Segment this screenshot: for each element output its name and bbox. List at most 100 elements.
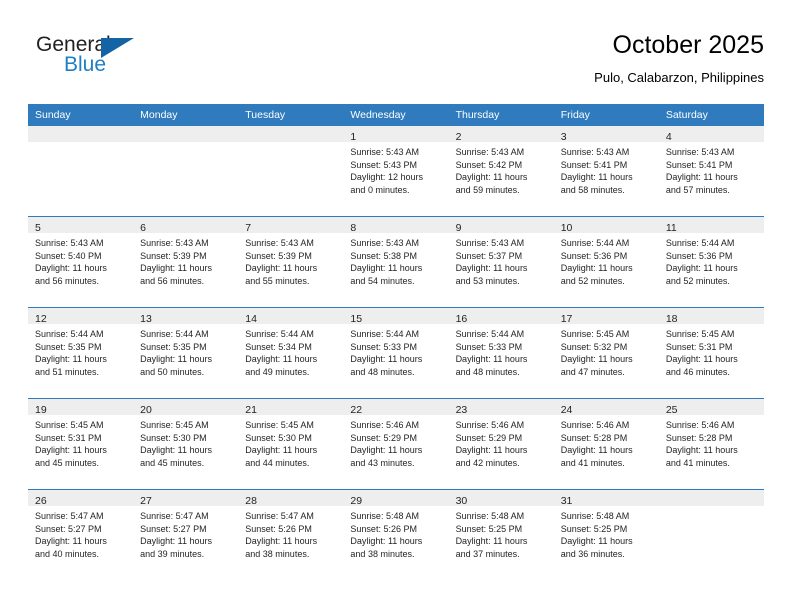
day-cell-body: Sunrise: 5:43 AM Sunset: 5:41 PM Daylight:… (554, 142, 659, 196)
sunrise-text: Sunrise: 5:45 AM (245, 420, 314, 430)
sunrise-text: Sunrise: 5:43 AM (350, 147, 419, 157)
daylight-text-cont: and 56 minutes. (140, 275, 205, 286)
calendar-day-cell[interactable]: 2 Sunrise: 5:43 AM Sunset: 5:42 PM Daylight… (448, 126, 554, 217)
calendar-day-cell[interactable]: 6 Sunrise: 5:43 AM Sunset: 5:39 PM Daylight… (133, 216, 239, 308)
calendar-day-cell[interactable]: 4 Sunrise: 5:43 AM Sunset: 5:41 PM Daylight… (658, 126, 764, 217)
calendar-day-cell[interactable]: 26 Sunrise: 5:47 AM Sunset: 5:27 PM Dayligh… (28, 489, 134, 580)
day-cell-body: Sunrise: 5:43 AM Sunset: 5:39 PM Daylight:… (238, 233, 343, 287)
day-cell-body (28, 142, 133, 146)
sunrise-text: Sunrise: 5:44 AM (560, 238, 630, 248)
daylight-text-cont: and 36 minutes. (560, 548, 625, 559)
daylight-text-cont: and 59 minutes. (455, 184, 520, 195)
day-number-strip: 19 (28, 399, 134, 416)
daylight-text: Daylight: 11 hours (455, 354, 528, 365)
day-cell-body: Sunrise: 5:44 AM Sunset: 5:33 PM Daylight:… (343, 324, 448, 378)
calendar-day-cell[interactable]: 8 Sunrise: 5:43 AM Sunset: 5:38 PM Daylight… (343, 216, 449, 308)
calendar-week-row: 5 Sunrise: 5:43 AM Sunset: 5:40 PM Daylight… (28, 216, 764, 308)
calendar-day-cell[interactable]: 16 Sunrise: 5:44 AM Sunset: 5:33 PM Dayligh… (448, 307, 554, 399)
day-cell-body: Sunrise: 5:43 AM Sunset: 5:43 PM Daylight:… (343, 142, 448, 196)
calendar-day-cell[interactable]: 5 Sunrise: 5:43 AM Sunset: 5:40 PM Daylight… (28, 216, 134, 308)
calendar-day-cell[interactable]: 18 Sunrise: 5:45 AM Sunset: 5:31 PM Dayligh… (658, 307, 764, 399)
day-cell-body (659, 506, 764, 510)
day-number-strip: 3 (553, 126, 659, 143)
day-cell-body: Sunrise: 5:46 AM Sunset: 5:29 PM Daylight:… (449, 415, 554, 469)
general-blue-logo[interactable]: General Blue (36, 34, 166, 86)
calendar-day-cell[interactable]: 23 Sunrise: 5:46 AM Sunset: 5:29 PM Dayligh… (448, 398, 554, 490)
calendar-day-cell[interactable]: 29 Sunrise: 5:48 AM Sunset: 5:26 PM Dayligh… (343, 489, 449, 580)
day-cell-body: Sunrise: 5:48 AM Sunset: 5:25 PM Daylight:… (554, 506, 659, 560)
calendar-day-cell[interactable]: 9 Sunrise: 5:43 AM Sunset: 5:37 PM Daylight… (448, 216, 554, 308)
day-number-strip: 14 (238, 308, 344, 325)
day-cell-body: Sunrise: 5:44 AM Sunset: 5:35 PM Daylight:… (28, 324, 133, 378)
sunset-text: Sunset: 5:28 PM (560, 432, 628, 443)
day-number: 7 (245, 222, 252, 234)
sunset-text: Sunset: 5:35 PM (35, 341, 102, 352)
calendar-day-cell[interactable]: 12 Sunrise: 5:44 AM Sunset: 5:35 PM Dayligh… (28, 307, 134, 399)
calendar-day-cell[interactable]: 17 Sunrise: 5:45 AM Sunset: 5:32 PM Dayligh… (553, 307, 659, 399)
daylight-text: Daylight: 11 hours (35, 536, 107, 547)
daylight-text: Daylight: 11 hours (665, 445, 738, 456)
calendar-day-cell[interactable]: 1 Sunrise: 5:43 AM Sunset: 5:43 PM Daylight… (343, 126, 449, 217)
calendar-day-cell[interactable]: 28 Sunrise: 5:47 AM Sunset: 5:26 PM Dayligh… (238, 489, 344, 580)
daylight-text: Daylight: 11 hours (350, 445, 423, 456)
sunset-text: Sunset: 5:26 PM (350, 523, 417, 534)
weekday-header-sunday: Sunday (28, 104, 134, 126)
day-cell-body: Sunrise: 5:45 AM Sunset: 5:32 PM Daylight:… (554, 324, 659, 378)
daylight-text: Daylight: 11 hours (245, 536, 318, 547)
sunrise-text: Sunrise: 5:47 AM (245, 511, 314, 521)
calendar-day-cell[interactable]: 13 Sunrise: 5:44 AM Sunset: 5:35 PM Dayligh… (133, 307, 239, 399)
day-number-strip: 30 (448, 490, 554, 507)
day-number: 20 (140, 404, 152, 416)
calendar-day-cell[interactable]: 7 Sunrise: 5:43 AM Sunset: 5:39 PM Daylight… (238, 216, 344, 308)
day-number-strip: 8 (343, 217, 449, 234)
calendar-day-cell[interactable]: 21 Sunrise: 5:45 AM Sunset: 5:30 PM Dayligh… (238, 398, 344, 490)
day-number: 2 (455, 131, 462, 143)
day-number: 11 (665, 222, 677, 234)
daylight-text: Daylight: 11 hours (455, 445, 528, 456)
weekday-header-thursday: Thursday (448, 104, 554, 126)
day-cell-body: Sunrise: 5:46 AM Sunset: 5:28 PM Daylight:… (554, 415, 659, 469)
daylight-text-cont: and 39 minutes. (140, 548, 205, 559)
calendar-day-cell[interactable]: 15 Sunrise: 5:44 AM Sunset: 5:33 PM Dayligh… (343, 307, 449, 399)
sunset-text: Sunset: 5:36 PM (665, 250, 733, 261)
sunrise-text: Sunrise: 5:43 AM (455, 238, 525, 248)
calendar-day-cell[interactable]: 20 Sunrise: 5:45 AM Sunset: 5:30 PM Dayligh… (133, 398, 239, 490)
sunrise-text: Sunrise: 5:44 AM (245, 329, 314, 339)
daylight-text-cont: and 48 minutes. (455, 366, 520, 377)
sunset-text: Sunset: 5:30 PM (245, 432, 312, 443)
calendar-day-cell[interactable]: 27 Sunrise: 5:47 AM Sunset: 5:27 PM Dayligh… (133, 489, 239, 580)
calendar-body: 1 Sunrise: 5:43 AM Sunset: 5:43 PM Daylight… (28, 126, 764, 580)
daylight-text: Daylight: 12 hours (350, 172, 423, 183)
sunset-text: Sunset: 5:31 PM (35, 432, 102, 443)
sunset-text: Sunset: 5:36 PM (560, 250, 628, 261)
calendar-day-cell[interactable]: 30 Sunrise: 5:48 AM Sunset: 5:25 PM Dayligh… (448, 489, 554, 580)
calendar-day-cell[interactable]: 19 Sunrise: 5:45 AM Sunset: 5:31 PM Dayligh… (28, 398, 134, 490)
sunrise-text: Sunrise: 5:46 AM (455, 420, 525, 430)
calendar-day-cell[interactable]: 3 Sunrise: 5:43 AM Sunset: 5:41 PM Daylight… (553, 126, 659, 217)
calendar-day-cell[interactable]: 31 Sunrise: 5:48 AM Sunset: 5:25 PM Dayligh… (553, 489, 659, 580)
calendar-day-cell[interactable]: 24 Sunrise: 5:46 AM Sunset: 5:28 PM Dayligh… (553, 398, 659, 490)
day-number-strip: 10 (553, 217, 659, 234)
day-number-strip: 27 (133, 490, 239, 507)
calendar-day-cell[interactable]: 14 Sunrise: 5:44 AM Sunset: 5:34 PM Dayligh… (238, 307, 344, 399)
day-cell-body: Sunrise: 5:46 AM Sunset: 5:28 PM Daylight:… (659, 415, 764, 469)
sunset-text: Sunset: 5:34 PM (245, 341, 312, 352)
sunrise-text: Sunrise: 5:46 AM (665, 420, 735, 430)
day-number: 28 (245, 495, 257, 507)
sunset-text: Sunset: 5:39 PM (140, 250, 207, 261)
sunrise-text: Sunrise: 5:48 AM (455, 511, 525, 521)
calendar-day-cell-empty (238, 126, 344, 217)
calendar-day-cell[interactable]: 10 Sunrise: 5:44 AM Sunset: 5:36 PM Dayligh… (553, 216, 659, 308)
sunrise-text: Sunrise: 5:46 AM (560, 420, 630, 430)
day-cell-body: Sunrise: 5:43 AM Sunset: 5:42 PM Daylight:… (449, 142, 554, 196)
day-cell-body: Sunrise: 5:43 AM Sunset: 5:37 PM Daylight:… (449, 233, 554, 287)
daylight-text: Daylight: 11 hours (350, 536, 423, 547)
logo-text-blue: Blue (64, 53, 107, 76)
day-cell-body: Sunrise: 5:45 AM Sunset: 5:31 PM Daylight:… (659, 324, 764, 378)
calendar-day-cell[interactable]: 22 Sunrise: 5:46 AM Sunset: 5:29 PM Dayligh… (343, 398, 449, 490)
calendar-day-cell[interactable]: 25 Sunrise: 5:46 AM Sunset: 5:28 PM Dayligh… (658, 398, 764, 490)
sunset-text: Sunset: 5:25 PM (560, 523, 628, 534)
daylight-text: Daylight: 11 hours (140, 536, 213, 547)
day-cell-body (133, 142, 238, 146)
calendar-day-cell[interactable]: 11 Sunrise: 5:44 AM Sunset: 5:36 PM Dayligh… (658, 216, 764, 308)
